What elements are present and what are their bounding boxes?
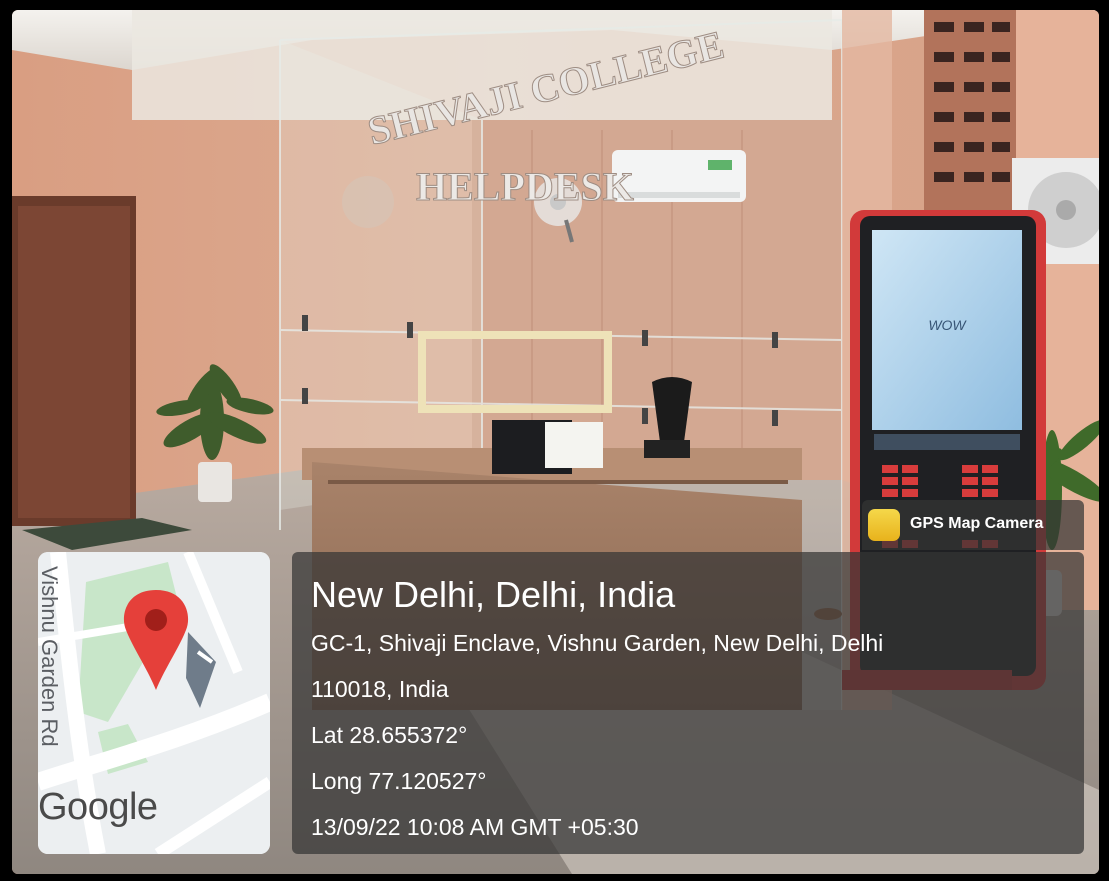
latitude: Lat 28.655372° <box>311 722 468 748</box>
sign-line-2: HELPDESK <box>416 164 634 209</box>
kiosk-brand: WOW <box>928 317 967 333</box>
location-info-panel: New Delhi, Delhi, India GC-1, Shivaji En… <box>292 552 1084 854</box>
gps-app-name: GPS Map Camera <box>910 515 1044 532</box>
gps-app-badge: GPS Map Camera <box>862 500 1084 550</box>
longitude: Long 77.120527° <box>311 768 487 794</box>
map-brand-logo: Google <box>38 786 158 828</box>
map-road-label: Vishnu Garden Rd <box>38 566 62 747</box>
location-title: New Delhi, Delhi, India <box>311 574 676 615</box>
address-line-1: GC-1, Shivaji Enclave, Vishnu Garden, Ne… <box>311 630 884 656</box>
timestamp: 13/09/22 10:08 AM GMT +05:30 <box>311 814 639 840</box>
photo-frame: SHIVAJI COLLEGE HELPDESK WOW GPS Map Cam… <box>0 0 1109 881</box>
address-line-2: 110018, India <box>311 676 449 702</box>
gps-map-camera-icon <box>868 509 900 541</box>
